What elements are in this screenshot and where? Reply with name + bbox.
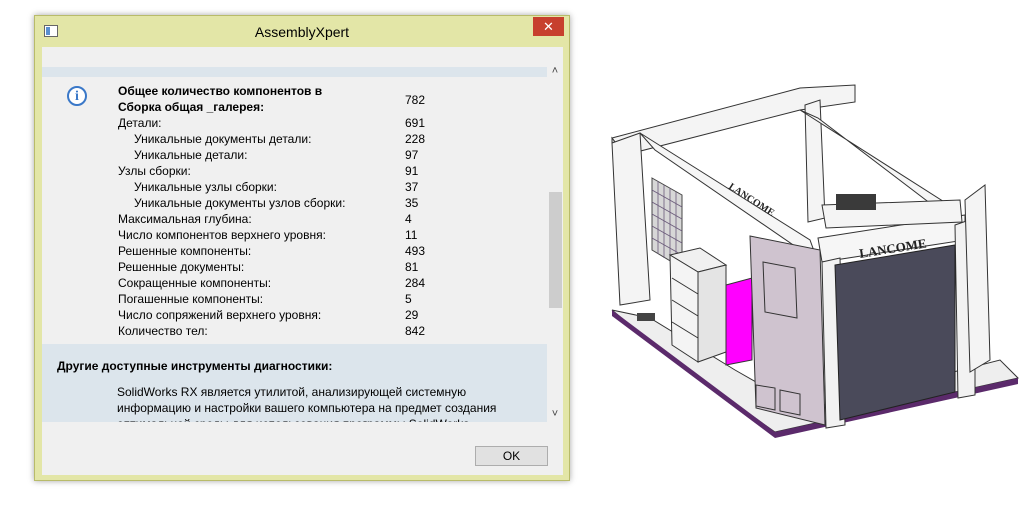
diagnostics-panel: Другие доступные инструменты диагностики… bbox=[42, 352, 547, 422]
stat-label: Уникальные узлы сборки: bbox=[134, 180, 277, 194]
stat-value: 91 bbox=[405, 164, 419, 178]
vertical-scrollbar[interactable]: ˄ ˅ bbox=[547, 47, 563, 422]
info-icon: i bbox=[67, 86, 87, 106]
dialog-client-area: i Общее количество компонентов в Сборка … bbox=[42, 47, 563, 475]
stat-label: Количество тел: bbox=[118, 324, 208, 338]
ok-button[interactable]: OK bbox=[475, 446, 548, 466]
results-scroll-area[interactable]: i Общее количество компонентов в Сборка … bbox=[42, 47, 563, 422]
stat-value: 29 bbox=[405, 308, 419, 322]
stat-value: 37 bbox=[405, 180, 419, 194]
stat-label: Число сопряжений верхнего уровня: bbox=[118, 308, 322, 322]
window-title: AssemblyXpert bbox=[254, 24, 350, 40]
stat-value: 97 bbox=[405, 148, 419, 162]
summary-header-line2: Сборка общая _галерея: bbox=[118, 100, 265, 114]
stat-value: 493 bbox=[405, 244, 426, 258]
stat-label: Уникальные документы узлов сборки: bbox=[134, 196, 346, 210]
stat-value: 691 bbox=[405, 116, 426, 130]
stat-label: Максимальная глубина: bbox=[118, 212, 252, 226]
stat-value: 284 bbox=[405, 276, 426, 290]
chevron-up-icon[interactable]: ˄ bbox=[547, 63, 563, 79]
stat-value: 842 bbox=[405, 324, 426, 338]
chevron-down-icon[interactable]: ˅ bbox=[547, 406, 563, 422]
stat-value: 11 bbox=[405, 228, 418, 242]
stat-label: Сокращенные компоненты: bbox=[118, 276, 272, 290]
stat-value: 228 bbox=[405, 132, 426, 146]
assemblyxpert-dialog: AssemblyXpert ✕ i Общее количество компо… bbox=[34, 15, 570, 481]
stat-value: 35 bbox=[405, 196, 419, 210]
stat-label: Детали: bbox=[118, 116, 162, 130]
close-button[interactable]: ✕ bbox=[533, 17, 564, 36]
summary-header-value: 782 bbox=[405, 93, 426, 107]
diagnostics-description: SolidWorks RX является утилитой, анализи… bbox=[117, 385, 497, 422]
scrollbar-thumb[interactable] bbox=[549, 192, 562, 308]
title-bar[interactable]: AssemblyXpert ✕ bbox=[35, 16, 569, 48]
stat-value: 5 bbox=[405, 292, 412, 306]
stat-label: Узлы сборки: bbox=[118, 164, 191, 178]
diagnostics-heading: Другие доступные инструменты диагностики… bbox=[57, 359, 333, 373]
stat-label: Решенные документы: bbox=[118, 260, 245, 274]
stat-label: Решенные компоненты: bbox=[118, 244, 252, 258]
stat-value: 81 bbox=[405, 260, 419, 274]
summary-header-line1: Общее количество компонентов в bbox=[118, 84, 323, 98]
stat-label: Уникальные документы детали: bbox=[134, 132, 312, 146]
stat-label: Погашенные компоненты: bbox=[118, 292, 264, 306]
section-divider bbox=[42, 67, 547, 77]
stat-value: 4 bbox=[405, 212, 412, 226]
stat-label: Число компонентов верхнего уровня: bbox=[118, 228, 326, 242]
stat-label: Уникальные детали: bbox=[134, 148, 248, 162]
